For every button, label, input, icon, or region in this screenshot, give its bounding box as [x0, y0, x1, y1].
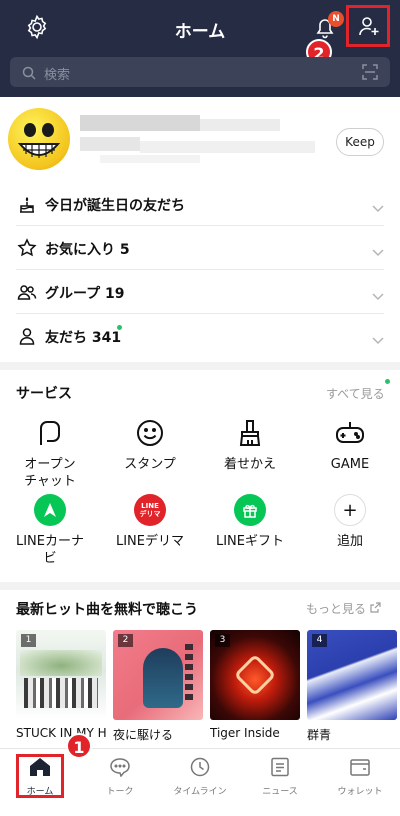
list-label: グループ 19: [45, 286, 125, 302]
services-title: サービス: [16, 386, 72, 402]
add-icon: +: [334, 494, 366, 526]
service-game[interactable]: GAME: [302, 416, 398, 473]
person-icon: [17, 326, 37, 346]
blurred-status-2: [140, 141, 315, 153]
list-item-birthday[interactable]: 今日が誕生日の友だち: [0, 182, 400, 226]
timeline-icon: [190, 757, 210, 777]
search-input[interactable]: 検索: [10, 57, 390, 87]
song-cover: 4: [307, 630, 397, 720]
service-label: GAME: [330, 457, 370, 472]
section-divider: [0, 582, 400, 590]
rank-badge: 4: [312, 634, 327, 647]
song-card-3[interactable]: 3 Tiger Inside: [210, 630, 300, 740]
service-sticker[interactable]: スタンプ: [102, 416, 198, 473]
list-label: 友だち 341: [45, 330, 122, 346]
add-friend-button[interactable]: [346, 5, 390, 47]
chevron-down-icon: [372, 330, 384, 349]
service-line-delima[interactable]: LINE デリマ LINEデリマ: [102, 493, 198, 550]
cake-icon: [17, 194, 37, 214]
rank-badge: 2: [118, 634, 133, 647]
service-label: オープン チャット: [24, 457, 76, 489]
nav-news[interactable]: ニュース: [240, 757, 320, 797]
new-indicator-dot: [385, 379, 390, 384]
home-highlight-box: [16, 754, 64, 798]
services-see-all-link[interactable]: すべて見る: [326, 385, 385, 402]
song-title: 群青: [307, 728, 332, 742]
scan-icon[interactable]: [362, 64, 378, 84]
blurred-status: [80, 137, 140, 151]
step-marker-1: 1: [66, 733, 92, 759]
service-open-chat[interactable]: オープン チャット: [2, 416, 98, 490]
nav-timeline[interactable]: タイムライン: [160, 757, 240, 797]
sticker-icon: [102, 416, 198, 450]
avatar[interactable]: [8, 108, 70, 170]
chevron-down-icon: [372, 198, 384, 217]
chevron-down-icon: [372, 286, 384, 305]
song-cover: 3: [210, 630, 300, 720]
star-icon: [17, 238, 37, 258]
news-icon: [271, 757, 289, 777]
search-placeholder: 検索: [44, 68, 71, 83]
new-indicator-dot: [117, 325, 122, 330]
add-friend-icon: [359, 17, 379, 36]
list-label: お気に入り 5: [45, 242, 130, 258]
nav-label: タイムライン: [173, 787, 227, 797]
line-carnavi-icon: [34, 494, 66, 526]
notification-badge: N: [328, 11, 344, 27]
list-item-friends[interactable]: 友だち 341: [0, 314, 400, 358]
song-title: STUCK IN MY HEAD: [16, 726, 106, 740]
nav-label: トーク: [106, 787, 134, 797]
blurred-name: [80, 115, 200, 131]
rank-badge: 1: [21, 634, 36, 647]
service-label: LINEデリマ: [115, 534, 184, 549]
section-divider: [0, 362, 400, 370]
service-line-carnavi[interactable]: LINEカーナ ビ: [2, 493, 98, 567]
search-icon: [22, 65, 36, 84]
song-card-2[interactable]: 2 夜に駆ける: [113, 630, 203, 743]
talk-icon: [110, 758, 130, 778]
chevron-down-icon: [372, 242, 384, 261]
list-label: 今日が誕生日の友だち: [45, 198, 185, 214]
keep-button[interactable]: Keep: [336, 128, 384, 156]
service-label: LINEカーナ ビ: [15, 534, 84, 566]
nav-wallet[interactable]: ウォレット: [320, 757, 400, 797]
line-delima-icon: LINE デリマ: [134, 494, 166, 526]
wallet-icon: [350, 759, 370, 776]
song-cover: 1: [16, 630, 106, 720]
list-item-groups[interactable]: グループ 19: [0, 270, 400, 314]
song-title: Tiger Inside: [210, 726, 280, 740]
songs-see-more-link[interactable]: もっと見る: [306, 600, 381, 617]
nav-label: ニュース: [262, 787, 298, 797]
line-gift-icon: [234, 494, 266, 526]
external-link-icon: [370, 602, 381, 613]
song-card-1[interactable]: 1 STUCK IN MY HEAD: [16, 630, 106, 740]
game-icon: [302, 416, 398, 450]
service-theme[interactable]: 着せかえ: [202, 416, 298, 473]
open-chat-icon: [2, 416, 98, 450]
group-icon: [17, 282, 37, 302]
songs-see-more-label: もっと見る: [306, 602, 367, 616]
service-line-gift[interactable]: LINEギフト: [202, 493, 298, 550]
song-card-4[interactable]: 4 群青: [307, 630, 397, 743]
header-bar: ホーム N 2 検索: [0, 0, 400, 97]
blurred-status-3: [100, 155, 200, 163]
song-cover: 2: [113, 630, 203, 720]
list-item-favorites[interactable]: お気に入り 5: [0, 226, 400, 270]
service-label: 追加: [336, 534, 363, 549]
rank-badge: 3: [215, 634, 230, 647]
service-label: 着せかえ: [223, 457, 276, 472]
nav-label: ウォレット: [337, 787, 383, 797]
service-label: スタンプ: [124, 457, 176, 472]
service-add[interactable]: + 追加: [302, 493, 398, 550]
song-title: 夜に駆ける: [113, 728, 174, 742]
songs-title: 最新ヒット曲を無料で聴こう: [16, 602, 198, 618]
theme-icon: [202, 416, 298, 450]
nav-talk[interactable]: トーク: [80, 757, 160, 797]
blurred-name-2: [200, 119, 280, 131]
service-label: LINEギフト: [215, 534, 284, 549]
